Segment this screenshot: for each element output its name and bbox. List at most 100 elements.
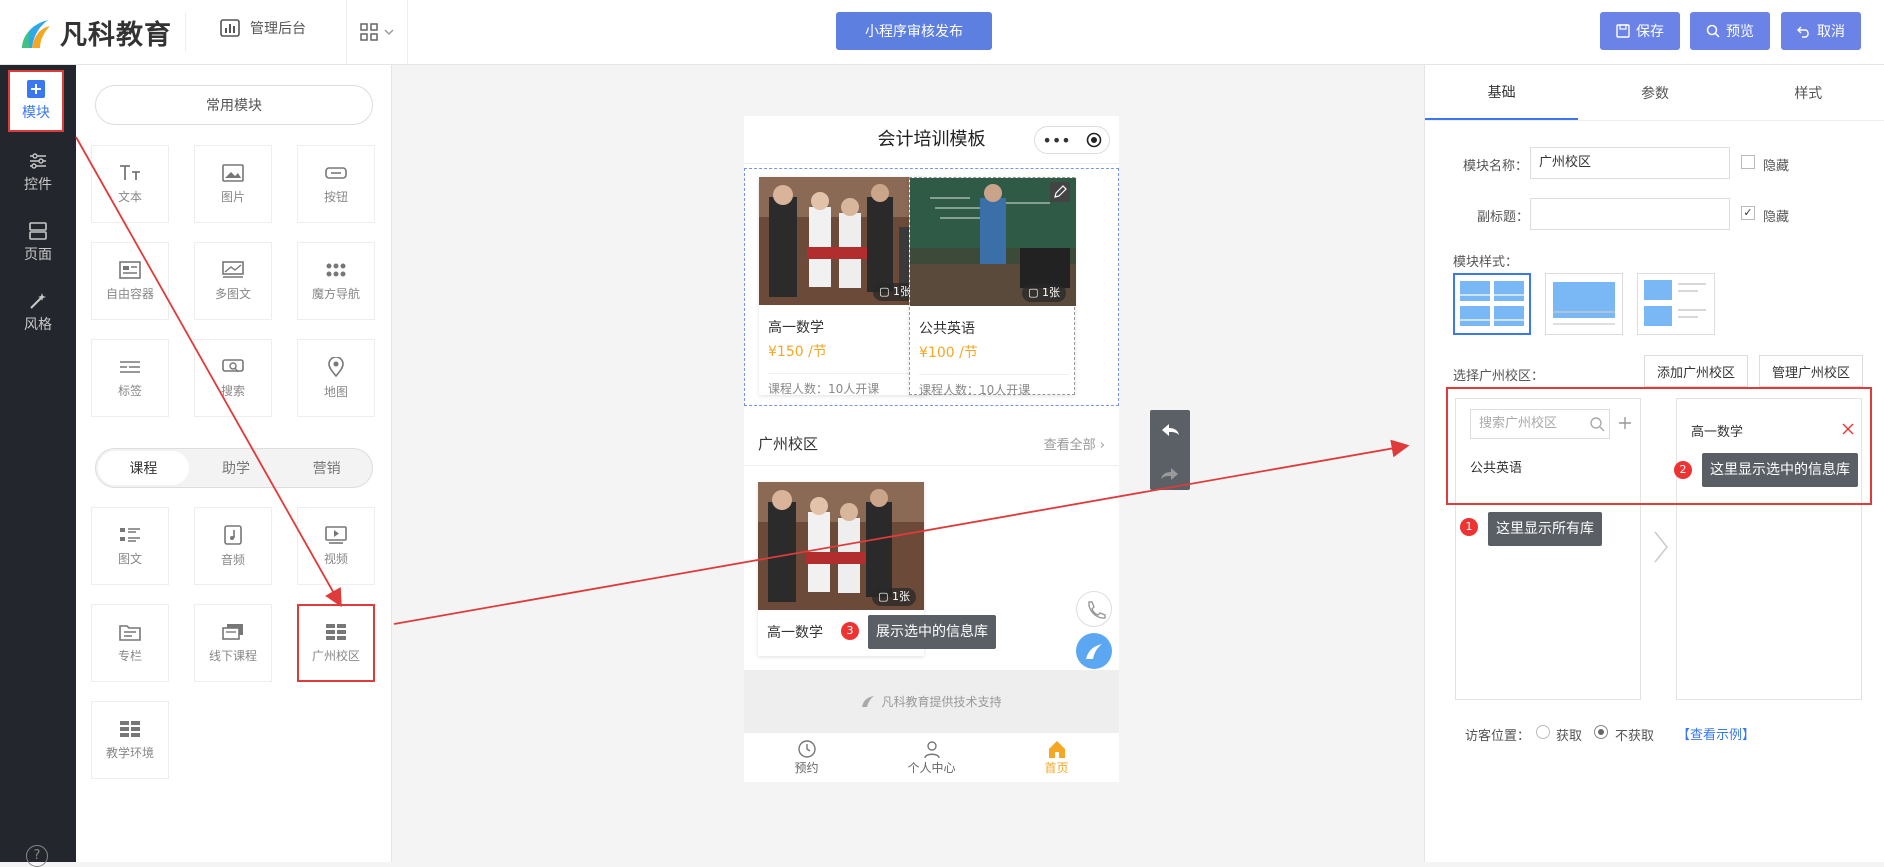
tile-label: 图片 — [220, 189, 245, 204]
video-icon — [325, 525, 347, 544]
text-icon — [120, 164, 140, 180]
rail-label: 模块 — [22, 105, 50, 121]
plus-square-icon — [27, 80, 45, 98]
edit-icon[interactable] — [1050, 182, 1070, 202]
rail-item-modules[interactable]: 模块 — [8, 70, 64, 132]
tile-label: 图文 — [117, 551, 142, 566]
tab-params[interactable]: 参数 — [1578, 65, 1731, 120]
tile-guangzhou-campus[interactable]: 广州校区 — [297, 604, 375, 682]
tile-offline-course[interactable]: 线下课程 — [194, 604, 272, 682]
module-panel: 常用模块 文本 图片 按钮 自由容器 多图文 魔方导航 标签 搜索 地图 课程 … — [76, 65, 392, 862]
tile-cube-nav[interactable]: 魔方导航 — [297, 242, 375, 320]
radio-no-get[interactable] — [1594, 725, 1608, 739]
selected-module-block[interactable]: ▢ 1张 高一数学 ¥150 /节 课程人数：10人开课 ▢ 1张 公共英语 ¥… — [744, 168, 1119, 406]
tab-course[interactable]: 课程 — [98, 451, 189, 485]
radio-get[interactable] — [1536, 725, 1550, 739]
tile-label: 音频 — [220, 552, 245, 567]
tab-style[interactable]: 样式 — [1732, 65, 1884, 120]
rail-item-pages[interactable]: 页面 — [0, 211, 76, 275]
tile-tag[interactable]: 标签 — [91, 339, 169, 417]
apps-menu[interactable] — [346, 0, 408, 64]
tile-label: 标签 — [117, 383, 142, 398]
common-modules-header[interactable]: 常用模块 — [95, 85, 373, 125]
manage-campus-button[interactable]: 管理广州校区 — [1759, 355, 1863, 387]
save-icon — [1616, 24, 1630, 38]
rail-item-style[interactable]: 风格 — [0, 281, 76, 345]
style-option-list[interactable] — [1637, 273, 1715, 335]
campus-section-header: 广州校区 查看全部 › — [744, 418, 1119, 466]
tile-teaching-environment[interactable]: 教学环境 — [91, 701, 169, 779]
home-icon — [1048, 741, 1065, 758]
nav-home[interactable]: 首页 — [994, 733, 1119, 782]
save-button[interactable]: 保存 — [1600, 12, 1680, 50]
module-name-input[interactable]: 广州校区 — [1530, 147, 1730, 179]
image-icon — [222, 163, 244, 182]
course-card[interactable]: ▢ 1张 公共英语 ¥100 /节 课程人数：10人开课 — [909, 177, 1076, 397]
tile-free-container[interactable]: 自由容器 — [91, 242, 169, 320]
tile-label: 广州校区 — [311, 648, 360, 663]
rail-item-controls[interactable]: 控件 — [0, 141, 76, 205]
tile-button[interactable]: 按钮 — [297, 145, 375, 223]
more-icon[interactable]: ••• — [1042, 131, 1070, 150]
course-card[interactable]: ▢ 1张 高一数学 ¥150 /节 课程人数：10人开课 — [759, 177, 925, 396]
tile-article[interactable]: 图文 — [91, 507, 169, 585]
tile-label: 多图文 — [214, 286, 251, 301]
share-logo-icon[interactable] — [1076, 633, 1112, 669]
hide-name-checkbox[interactable] — [1741, 155, 1755, 169]
close-target-icon[interactable] — [1086, 132, 1102, 148]
tile-label: 自由容器 — [105, 286, 154, 301]
tile-search[interactable]: 搜索 — [194, 339, 272, 417]
cancel-button[interactable]: 取消 — [1781, 12, 1861, 50]
rail-label: 风格 — [24, 317, 52, 333]
tile-label: 搜索 — [220, 383, 245, 398]
tile-text[interactable]: 文本 — [91, 145, 169, 223]
view-example-link[interactable]: 【查看示例】 — [1677, 724, 1755, 743]
tab-basic[interactable]: 基础 — [1425, 65, 1579, 120]
subtitle-label: 副标题： — [1477, 210, 1530, 225]
step-number: 3 — [841, 622, 859, 640]
tile-label: 教学环境 — [105, 745, 154, 760]
tile-label: 按钮 — [323, 189, 348, 204]
hide-label: 隐藏 — [1763, 210, 1790, 225]
add-campus-button[interactable]: 添加广州校区 — [1644, 355, 1748, 387]
undo-arrow-icon[interactable] — [1150, 410, 1190, 450]
pages-icon — [29, 222, 47, 240]
publish-button[interactable]: 小程序审核发布 — [836, 12, 992, 50]
redo-arrow-icon[interactable] — [1150, 454, 1190, 494]
sliders-icon — [30, 153, 46, 169]
subtitle-input[interactable] — [1530, 198, 1730, 230]
tile-label: 魔方导航 — [311, 286, 360, 301]
preview-label: 预览 — [1726, 24, 1754, 40]
view-all-link[interactable]: 查看全部 › — [1044, 434, 1105, 453]
preview-button[interactable]: 预览 — [1690, 12, 1770, 50]
hide-subtitle-checkbox[interactable]: ✓ — [1741, 206, 1755, 220]
tile-column[interactable]: 专栏 — [91, 604, 169, 682]
search-box-icon — [222, 358, 244, 372]
nav-profile[interactable]: 个人中心 — [869, 733, 994, 782]
help-icon[interactable]: ? — [26, 845, 48, 867]
tile-multi-image[interactable]: 多图文 — [194, 242, 272, 320]
admin-link[interactable]: 管理后台 — [220, 18, 306, 38]
nav-booking[interactable]: 预约 — [744, 733, 869, 782]
mini-program-capsule[interactable]: ••• — [1034, 126, 1110, 154]
logo-text: 凡科教育 — [60, 19, 172, 51]
tab-marketing[interactable]: 营销 — [281, 449, 372, 487]
phone-footer: 凡科教育提供技术支持 — [744, 670, 1119, 732]
search-icon — [1706, 24, 1720, 38]
section-title: 广州校区 — [758, 435, 819, 453]
course-name: 高一数学 — [768, 320, 824, 336]
tile-video[interactable]: 视频 — [297, 507, 375, 585]
get-label: 获取 — [1556, 729, 1583, 744]
tile-audio[interactable]: 音频 — [194, 507, 272, 585]
chevron-right-icon[interactable] — [1652, 529, 1670, 565]
style-option-grid[interactable] — [1453, 273, 1531, 335]
brand-icon — [862, 696, 875, 707]
tab-study[interactable]: 助学 — [191, 449, 282, 487]
tile-map[interactable]: 地图 — [297, 339, 375, 417]
tile-image[interactable]: 图片 — [194, 145, 272, 223]
top-bar: 凡科教育 管理后台 小程序审核发布 保存 预览 取消 — [0, 0, 1884, 65]
style-option-single[interactable] — [1545, 273, 1623, 335]
phone-call-icon[interactable] — [1076, 591, 1112, 627]
footer-text: 凡科教育提供技术支持 — [881, 694, 1002, 709]
logo[interactable]: 凡科教育 — [18, 12, 186, 52]
